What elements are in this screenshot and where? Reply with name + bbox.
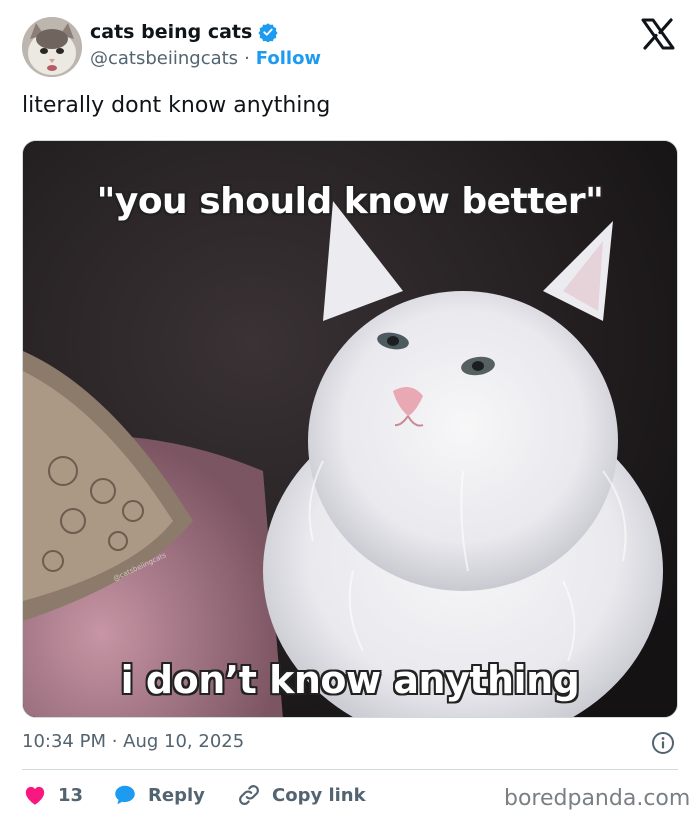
action-bar: 13 Reply Copy link xyxy=(22,781,376,809)
boredpanda-brand: boredpanda.com xyxy=(504,786,691,811)
tweet-media-image[interactable]: "you should know better" i don’t know an… xyxy=(22,140,678,718)
tweet-card: cats being cats @catsbeiingcats · Follow… xyxy=(0,0,700,821)
divider xyxy=(22,769,678,770)
meme-caption-bottom: i don’t know anything xyxy=(120,658,580,702)
x-logo-icon[interactable] xyxy=(640,18,676,50)
author-name-row: cats being cats xyxy=(90,21,278,43)
tweet-timestamp[interactable]: 10:34 PM · Aug 10, 2025 xyxy=(22,731,244,752)
link-icon xyxy=(236,782,262,808)
tweet-text: literally dont know anything xyxy=(22,93,331,118)
avatar[interactable] xyxy=(22,17,82,77)
reply-label: Reply xyxy=(148,784,205,806)
like-button[interactable]: 13 xyxy=(22,782,112,808)
reply-button[interactable]: Reply xyxy=(112,782,236,808)
separator-dot: · xyxy=(244,48,250,69)
follow-button[interactable]: Follow xyxy=(256,48,321,69)
author-handle-row: @catsbeiingcats · Follow xyxy=(90,48,321,69)
reply-bubble-icon xyxy=(112,782,138,808)
heart-icon xyxy=(22,782,48,808)
verified-badge-icon xyxy=(258,22,278,43)
author-display-name[interactable]: cats being cats xyxy=(90,21,252,43)
info-icon[interactable] xyxy=(651,731,675,755)
author-handle[interactable]: @catsbeiingcats xyxy=(90,48,238,69)
meme-caption-top: "you should know better" xyxy=(96,181,604,222)
copy-link-button[interactable]: Copy link xyxy=(236,782,376,808)
copy-link-label: Copy link xyxy=(272,784,366,806)
like-count: 13 xyxy=(58,784,84,806)
